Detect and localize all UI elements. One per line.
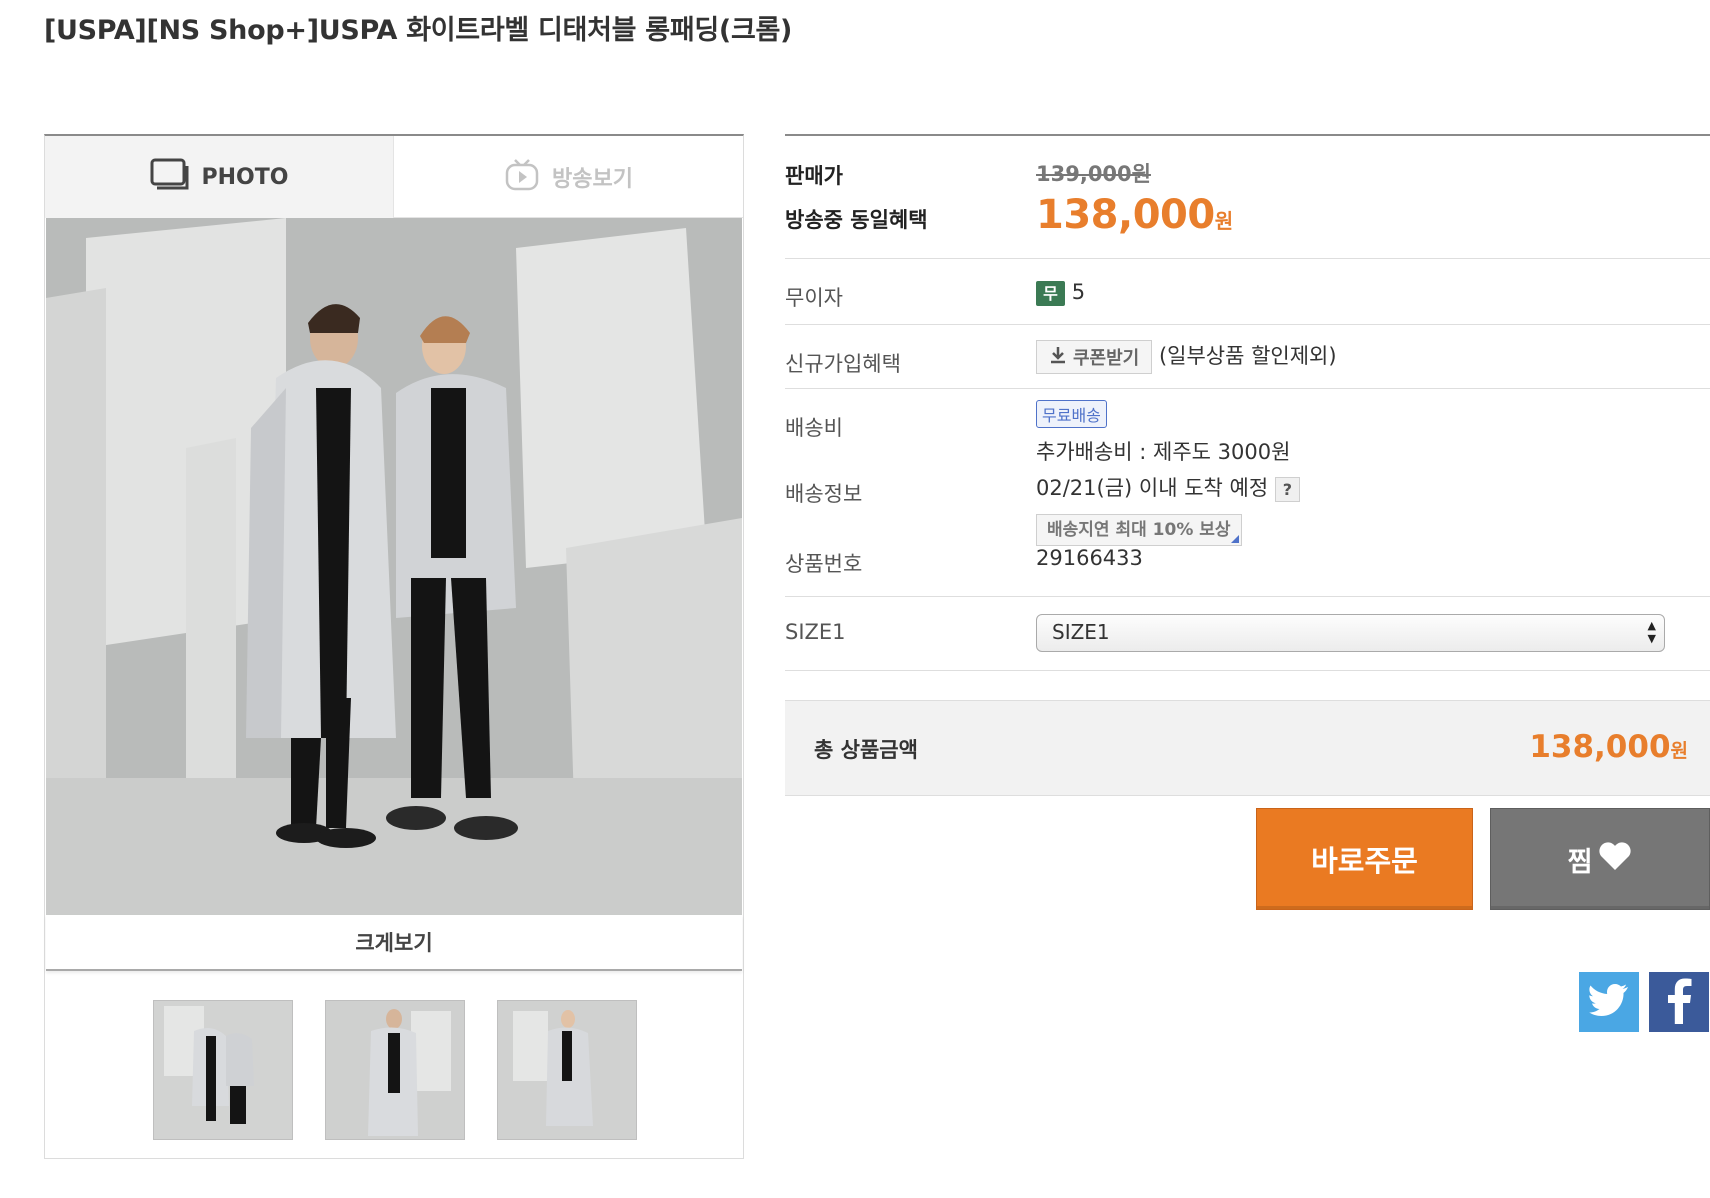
photo-icon (150, 158, 190, 196)
free-shipping-badge-wrap: 무료배송 (1036, 400, 1107, 428)
facebook-icon (1664, 976, 1694, 1028)
sale-price-group: 138,000원 (1036, 192, 1233, 238)
buy-now-button[interactable]: 바로주문 (1256, 808, 1473, 910)
total-price-currency: 원 (1670, 740, 1688, 762)
tab-photo[interactable]: PHOTO (45, 136, 394, 218)
total-price-box: 총 상품금액 138,000원 (785, 700, 1710, 796)
tv-play-icon (504, 156, 540, 198)
delivery-date-group: 02/21(금) 이내 도착 예정 ? (1036, 472, 1300, 502)
thumbnail-1[interactable] (153, 1000, 293, 1140)
total-price: 138,000 (1529, 729, 1671, 765)
twitter-icon (1589, 983, 1629, 1021)
total-price-label: 총 상품금액 (814, 738, 918, 762)
product-number: 29166433 (1036, 546, 1143, 570)
coupon-download-button[interactable]: 쿠폰받기 (1036, 340, 1153, 374)
signup-benefit-value: 쿠폰받기 (일부상품 할인제외) (1036, 340, 1337, 374)
tab-broadcast-label: 방송보기 (552, 166, 633, 192)
gallery-tabs: PHOTO 방송보기 (45, 136, 743, 218)
benefit-label: 방송중 동일혜택 (785, 208, 928, 232)
coupon-button-label: 쿠폰받기 (1073, 348, 1140, 369)
twitter-share-button[interactable] (1579, 972, 1639, 1032)
original-price: 139,000원 (1036, 162, 1151, 186)
interest-free-badge: 무 (1036, 280, 1065, 306)
help-icon[interactable]: ? (1274, 476, 1300, 502)
zoom-button[interactable]: 크게보기 (46, 915, 742, 971)
shipping-fee-label: 배송비 (785, 416, 843, 440)
total-price-group: 138,000원 (1529, 729, 1688, 765)
download-icon (1049, 346, 1067, 369)
divider (785, 258, 1710, 259)
divider (785, 324, 1710, 325)
extra-shipping-fee: 추가배송비 : 제주도 3000원 (1036, 440, 1291, 464)
delivery-date: 02/21(금) 이내 도착 예정 (1036, 476, 1269, 500)
installment-label: 무이자 (785, 286, 843, 310)
tab-broadcast[interactable]: 방송보기 (394, 136, 743, 218)
heart-icon (1598, 841, 1632, 878)
delay-compensation-button[interactable]: 배송지연 최대 10% 보상 (1036, 514, 1242, 546)
facebook-share-button[interactable] (1649, 972, 1709, 1032)
product-number-label: 상품번호 (785, 552, 863, 576)
size-select-value: SIZE1 (1052, 620, 1110, 644)
size-select[interactable]: SIZE1 ▲ ▼ (1036, 614, 1665, 652)
installment-months: 5 (1071, 280, 1086, 304)
delivery-info-label: 배송정보 (785, 482, 863, 506)
delay-compensation-wrap: 배송지연 최대 10% 보상 (1036, 514, 1242, 546)
sale-price-currency: 원 (1214, 209, 1234, 233)
thumbnail-3[interactable] (497, 1000, 637, 1140)
wishlist-button[interactable]: 찜 (1490, 808, 1710, 910)
thumbnail-2[interactable] (325, 1000, 465, 1140)
option-label: SIZE1 (785, 620, 846, 644)
wishlist-button-label: 찜 (1567, 846, 1593, 878)
installment-value: 무 5 (1036, 280, 1085, 306)
product-info-panel: 판매가 139,000원 방송중 동일혜택 138,000원 무이자 무 5 신… (785, 134, 1710, 1198)
divider (785, 388, 1710, 389)
select-arrows-icon: ▲ ▼ (1647, 619, 1656, 645)
main-product-image[interactable] (46, 218, 742, 915)
divider (785, 670, 1710, 671)
thumbnail-list (153, 1000, 637, 1140)
price-label: 판매가 (785, 164, 843, 188)
sale-price: 138,000 (1036, 192, 1215, 238)
divider (785, 596, 1710, 597)
coupon-note: (일부상품 할인제외) (1158, 344, 1337, 368)
product-gallery: PHOTO 방송보기 크게보기 (44, 134, 744, 1159)
free-shipping-badge: 무료배송 (1036, 400, 1107, 428)
tab-photo-label: PHOTO (201, 164, 289, 190)
signup-benefit-label: 신규가입혜택 (785, 352, 901, 376)
product-title: [USPA][NS Shop+]USPA 화이트라벨 디태처블 롱패딩(크롬) (44, 15, 793, 46)
